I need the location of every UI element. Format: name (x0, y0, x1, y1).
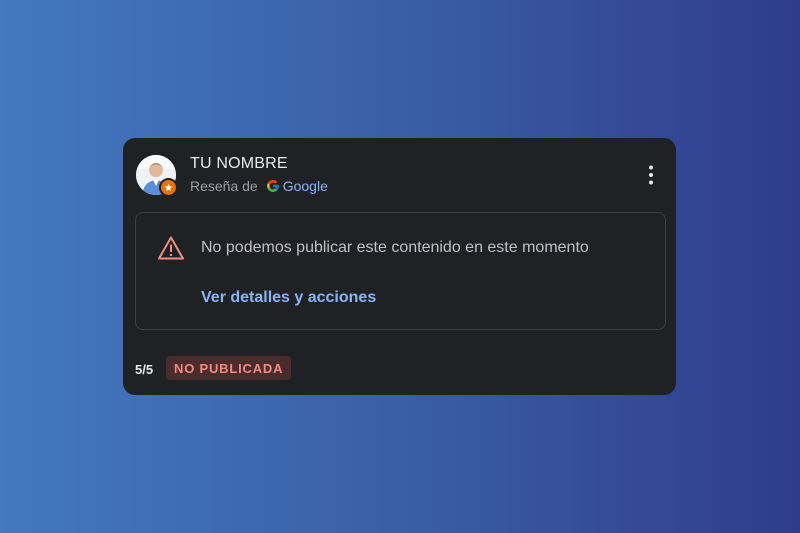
source-prefix: Reseña de (190, 178, 258, 194)
review-rating: 5/5 (135, 362, 154, 377)
review-source: Reseña de Google (190, 178, 328, 194)
details-actions-link[interactable]: Ver detalles y acciones (201, 289, 376, 307)
local-guide-badge-icon (159, 178, 178, 197)
source-name: Google (282, 178, 328, 194)
google-g-icon (266, 179, 280, 193)
status-badge: NO PUBLICADA (166, 356, 292, 380)
warning-icon (157, 235, 185, 261)
more-options-button[interactable] (640, 162, 662, 188)
unpublished-notice: No podemos publicar este contenido en es… (135, 212, 666, 330)
review-card: TU NOMBRE Reseña de Google No podemos pu… (123, 138, 676, 395)
more-vert-icon (649, 165, 653, 185)
notice-message: No podemos publicar este contenido en es… (201, 239, 589, 256)
reviewer-name: TU NOMBRE (190, 155, 288, 172)
